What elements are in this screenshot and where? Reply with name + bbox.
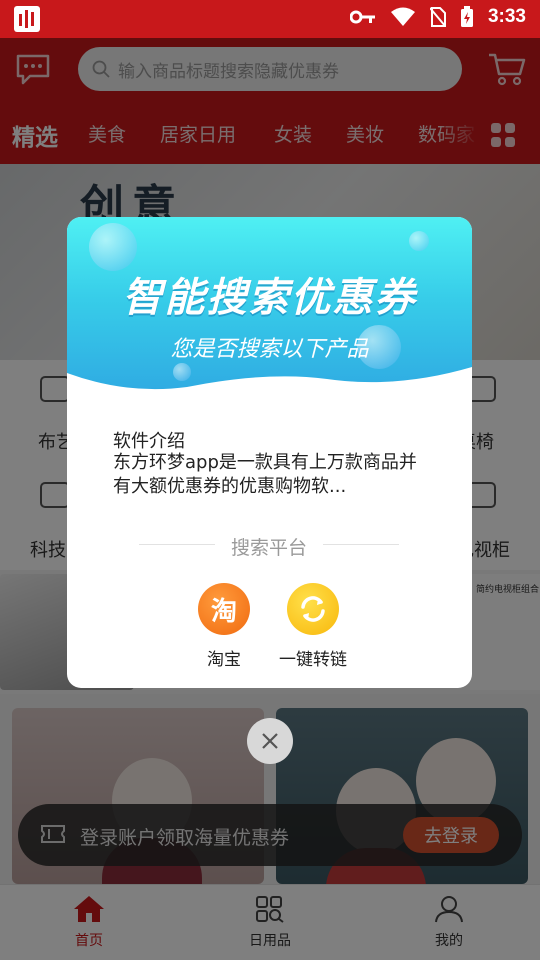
convert-link-icon [287,583,339,635]
wifi-icon [390,7,415,26]
coupon-search-dialog: 智能搜索优惠券 您是否搜索以下产品 软件介绍 东方环梦app是一款具有上万款商品… [67,217,472,688]
platform-convert-link-label: 一键转链 [279,650,347,670]
dialog-header: 智能搜索优惠券 您是否搜索以下产品 [67,217,472,397]
close-icon [262,733,278,749]
key-icon [349,10,375,24]
platform-section-header: 搜索平台 [139,533,399,559]
intro-body: 东方环梦app是一款具有上万款商品并有大额优惠券的优惠购物软... [113,452,417,497]
platform-taobao[interactable]: 淘 淘宝 [174,583,274,670]
battery-charging-icon [460,6,473,27]
clock: 3:33 [487,6,526,27]
platform-convert-link[interactable]: 一键转链 [263,583,363,670]
dialog-close-button[interactable] [247,718,293,764]
app-notification-icon [14,6,40,32]
no-sim-icon [429,7,446,27]
taobao-icon: 淘 [198,583,250,635]
platform-taobao-label: 淘宝 [207,650,241,670]
status-bar: 3:33 [0,0,540,38]
intro-title: 软件介绍 [113,431,185,452]
platform-label: 搜索平台 [230,537,307,559]
